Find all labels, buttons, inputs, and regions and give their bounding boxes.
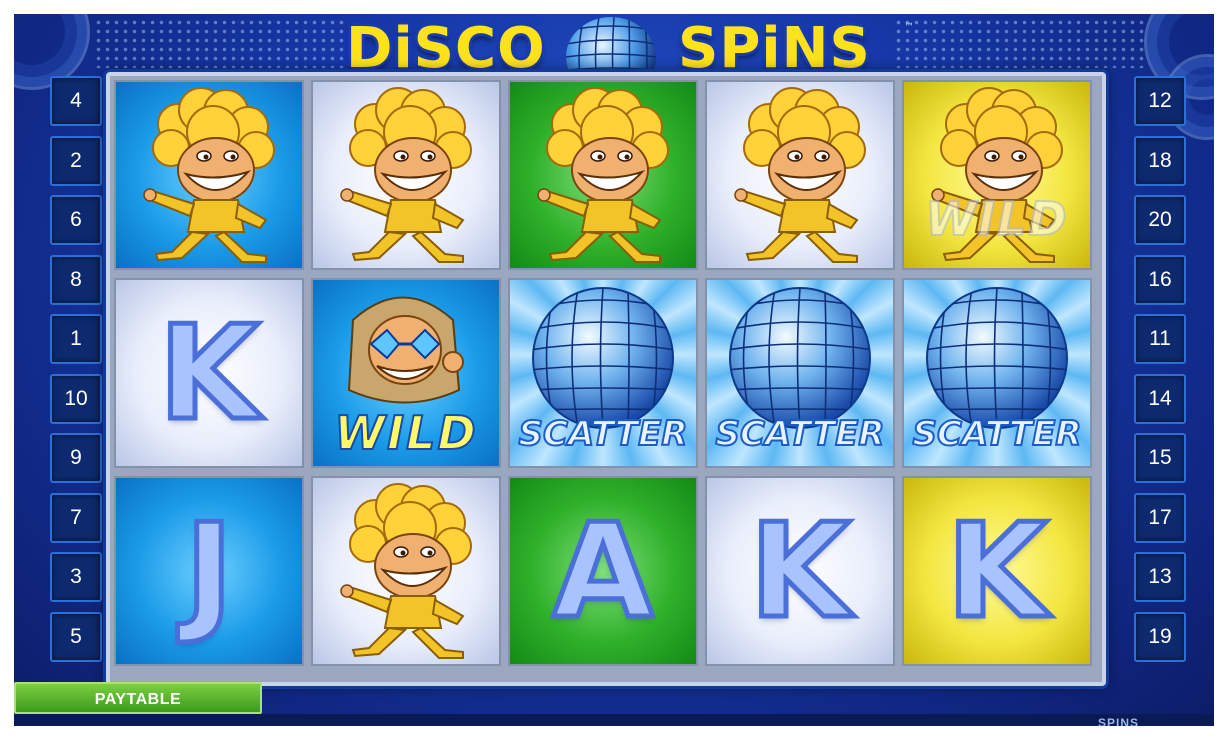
reel-cell-a: A xyxy=(508,476,698,666)
lights-left-decoration xyxy=(94,18,344,68)
payline-number-right[interactable]: 16 xyxy=(1134,254,1186,305)
payline-number-left[interactable]: 9 xyxy=(50,433,102,483)
payline-number-right[interactable]: 13 xyxy=(1134,552,1186,602)
disco-guy-icon xyxy=(537,87,669,263)
payline-number-right[interactable]: 17 xyxy=(1134,492,1186,543)
reel-cell-disco-guy xyxy=(311,476,501,666)
disco-guy-icon xyxy=(340,483,472,659)
disco-guy-icon xyxy=(340,87,472,263)
reel-cell-scatter: SCATTER xyxy=(705,278,895,468)
letter-symbol-k: K xyxy=(747,493,853,650)
reel-cell-k: K xyxy=(705,476,895,666)
trademark-mark: ™ xyxy=(904,22,914,33)
scatter-label: SCATTER xyxy=(714,413,885,455)
reel-cell-scatter: SCATTER xyxy=(508,278,698,468)
spins-label: SPINS xyxy=(1098,716,1140,726)
reel-cell-disco-guy xyxy=(705,80,895,270)
payline-number-left[interactable]: 4 xyxy=(50,76,102,126)
reel-cell-disco-guy xyxy=(508,80,698,270)
payline-number-left[interactable]: 10 xyxy=(50,373,102,424)
bottom-control-bar xyxy=(14,714,1214,726)
paytable-button[interactable]: PAYTABLE xyxy=(14,682,262,714)
reel-cell-k: K xyxy=(114,278,304,468)
letter-symbol-k: K xyxy=(156,295,262,452)
wild-label: WILD xyxy=(333,405,478,461)
payline-number-left[interactable]: 2 xyxy=(50,135,102,186)
reel-cell-disco-guy xyxy=(114,80,304,270)
reel-grid: K J WILD SCATTER A SCATTER K WILD SCATTER K xyxy=(106,72,1106,686)
scatter-label: SCATTER xyxy=(911,413,1082,455)
wild-label: WILD xyxy=(924,191,1069,247)
reel-cell-disco-guy-wild-faded: WILD xyxy=(902,80,1092,270)
letter-symbol-j: J xyxy=(182,493,235,650)
payline-number-left[interactable]: 3 xyxy=(50,552,102,602)
payline-number-left[interactable]: 8 xyxy=(50,254,102,305)
payline-number-right[interactable]: 12 xyxy=(1134,76,1186,126)
reel-cell-k: K xyxy=(902,476,1092,666)
payline-number-left[interactable]: 6 xyxy=(50,195,102,245)
letter-symbol-a: A xyxy=(550,493,656,650)
payline-number-left[interactable]: 1 xyxy=(50,314,102,364)
payline-number-left[interactable]: 5 xyxy=(50,611,102,662)
payline-number-right[interactable]: 15 xyxy=(1134,433,1186,483)
payline-number-right[interactable]: 20 xyxy=(1134,195,1186,245)
reel-cell-disco-guy xyxy=(311,80,501,270)
lights-right-decoration xyxy=(894,18,1144,68)
payline-number-right[interactable]: 19 xyxy=(1134,611,1186,662)
letter-symbol-k: K xyxy=(944,493,1050,650)
reel-cell-wild: WILD xyxy=(311,278,501,468)
disco-guy-icon xyxy=(143,87,275,263)
payline-number-right[interactable]: 18 xyxy=(1134,135,1186,186)
reel-cell-scatter: SCATTER xyxy=(902,278,1092,468)
payline-number-right[interactable]: 14 xyxy=(1134,373,1186,424)
payline-number-left[interactable]: 7 xyxy=(50,492,102,543)
disco-guy-icon xyxy=(734,87,866,263)
scatter-label: SCATTER xyxy=(517,413,688,455)
reel-cell-j: J xyxy=(114,476,304,666)
payline-number-right[interactable]: 11 xyxy=(1134,314,1186,364)
